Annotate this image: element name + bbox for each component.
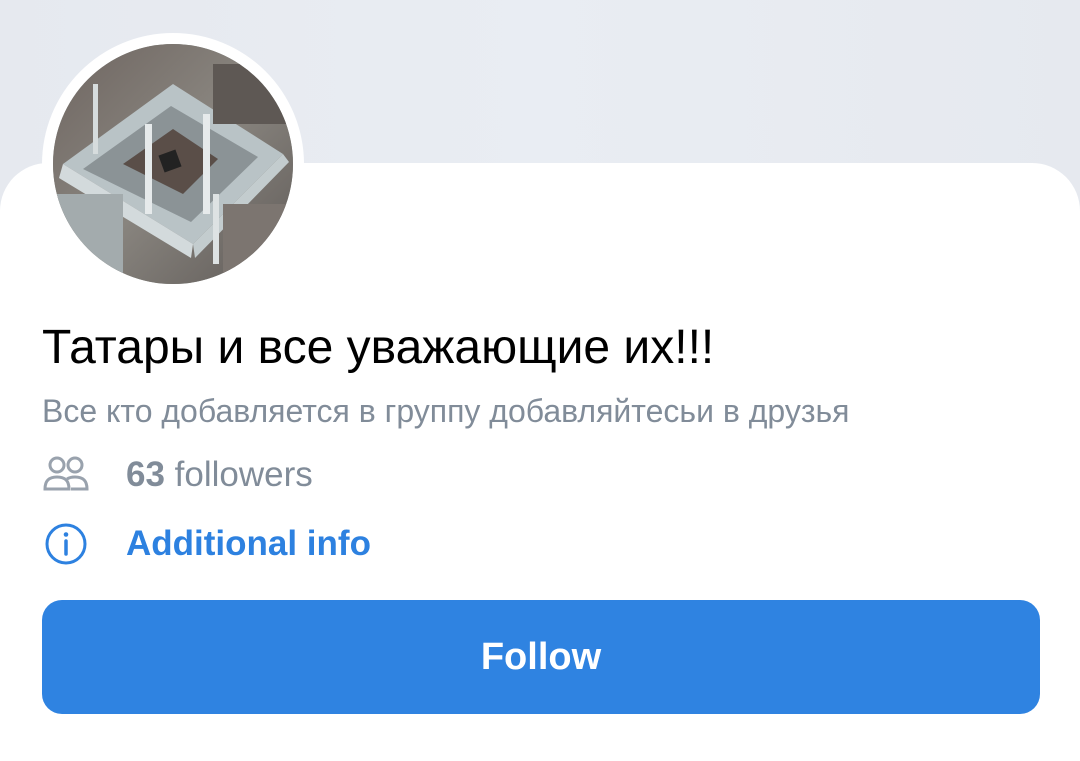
followers-row[interactable]: 63 followers [42, 452, 313, 498]
additional-info-label: Additional info [126, 524, 371, 563]
users-icon [42, 452, 90, 498]
community-description: Все кто добавляется в группу добавляйтес… [42, 393, 850, 429]
followers-text: followers [174, 455, 313, 494]
additional-info-link[interactable]: Additional info [42, 521, 371, 567]
followers-count: 63 [126, 455, 165, 494]
avatar[interactable] [53, 44, 293, 284]
community-title: Татары и все уважающие их!!! [42, 321, 715, 374]
avatar-image [53, 44, 293, 284]
follow-button[interactable]: Follow [42, 600, 1040, 714]
info-icon [42, 521, 90, 567]
followers-label: 63 followers [126, 452, 313, 498]
